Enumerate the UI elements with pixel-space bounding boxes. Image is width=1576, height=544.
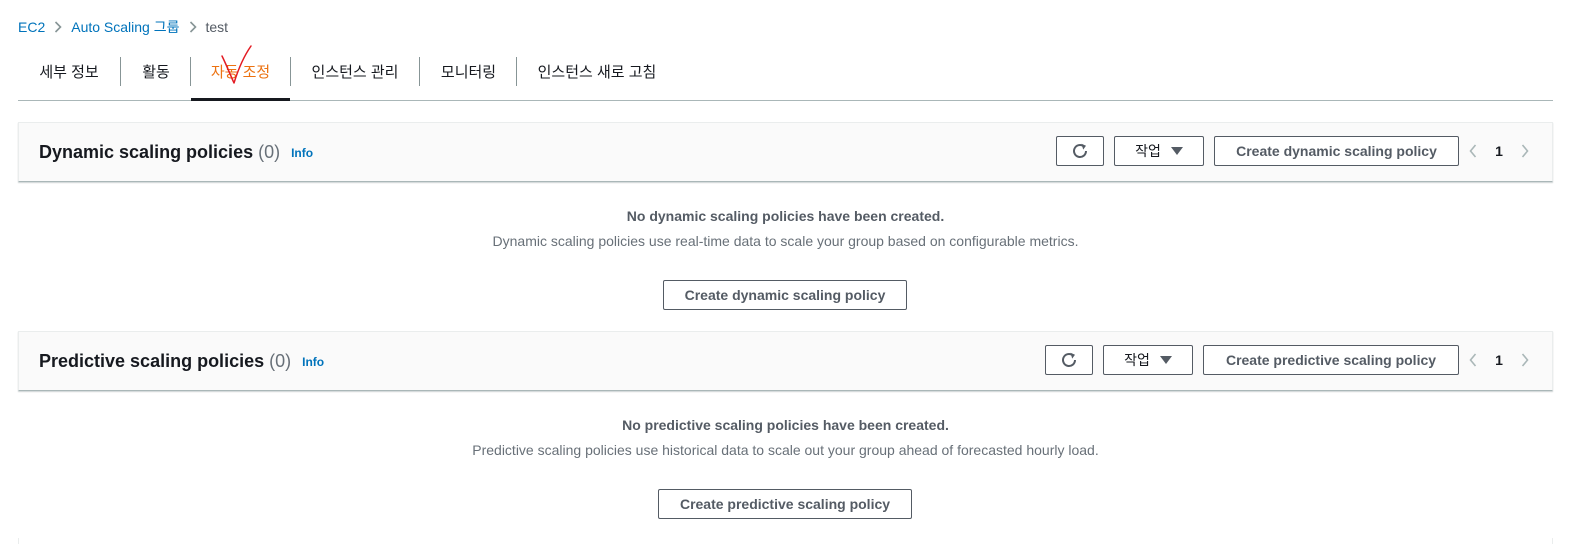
predictive-actions-dropdown[interactable]: 작업 [1103,345,1193,375]
chevron-left-icon[interactable] [1460,353,1486,367]
tab-details[interactable]: 세부 정보 [18,42,120,100]
predictive-create-policy-button[interactable]: Create predictive scaling policy [1203,345,1459,375]
predictive-empty-create-button[interactable]: Create predictive scaling policy [658,489,912,519]
predictive-empty-state: No predictive scaling policies have been… [18,416,1553,459]
chevron-left-icon[interactable] [1460,144,1486,158]
predictive-title-text: Predictive scaling policies [39,350,265,371]
dynamic-empty-create-button[interactable]: Create dynamic scaling policy [663,280,907,310]
chevron-right-icon [180,21,206,33]
predictive-empty-description: Predictive scaling policies use historic… [472,442,1099,458]
predictive-scaling-header: Predictive scaling policies (0) Info 작업 … [18,331,1553,391]
dynamic-refresh-button[interactable] [1056,136,1104,166]
predictive-info-link[interactable]: Info [302,355,324,369]
predictive-page-number[interactable]: 1 [1486,352,1512,368]
dynamic-actions-label: 작업 [1135,143,1161,159]
dynamic-empty-state: No dynamic scaling policies have been cr… [18,207,1553,250]
refresh-icon [1062,352,1076,367]
tab-automatic-scaling[interactable]: 자동 조정 [191,42,290,101]
predictive-scaling-title: Predictive scaling policies (0) Info [39,332,324,390]
tab-monitoring[interactable]: 모니터링 [420,42,517,100]
dynamic-create-policy-button[interactable]: Create dynamic scaling policy [1214,136,1459,166]
predictive-policy-count: (0) [269,350,292,371]
dynamic-empty-description: Dynamic scaling policies use real-time d… [492,233,1079,249]
panel-bottom-edge [18,538,1553,544]
dynamic-scaling-header: Dynamic scaling policies (0) Info 작업 Cre… [18,122,1553,182]
predictive-pagination: 1 [1460,345,1538,375]
predictive-refresh-button[interactable] [1045,345,1093,375]
tab-instance-management[interactable]: 인스턴스 관리 [291,42,419,100]
predictive-actions-label: 작업 [1124,352,1150,368]
dynamic-actions-dropdown[interactable]: 작업 [1114,136,1204,166]
dynamic-policy-count: (0) [258,141,281,162]
chevron-right-icon[interactable] [1512,353,1538,367]
tab-instance-refresh[interactable]: 인스턴스 새로 고침 [517,42,677,100]
dynamic-info-link[interactable]: Info [291,146,313,160]
chevron-right-icon[interactable] [1512,144,1538,158]
dynamic-page-number[interactable]: 1 [1486,143,1512,159]
breadcrumb: EC2 Auto Scaling 그룹 test [18,17,228,37]
predictive-empty-title: No predictive scaling policies have been… [622,417,949,433]
dynamic-scaling-title: Dynamic scaling policies (0) Info [39,123,313,181]
caret-down-icon [1159,356,1172,364]
breadcrumb-auto-scaling-groups-link[interactable]: Auto Scaling 그룹 [71,17,179,37]
tab-activity[interactable]: 활동 [121,42,191,100]
chevron-right-icon [45,21,71,33]
caret-down-icon [1170,147,1183,155]
breadcrumb-current: test [205,19,229,35]
dynamic-pagination: 1 [1460,136,1538,166]
tab-bar: 세부 정보 활동 자동 조정 인스턴스 관리 모니터링 인스턴스 새로 고침 [18,42,1553,101]
dynamic-title-text: Dynamic scaling policies [39,141,254,162]
refresh-icon [1073,143,1087,158]
breadcrumb-ec2-link[interactable]: EC2 [18,19,45,35]
dynamic-empty-title: No dynamic scaling policies have been cr… [626,208,945,224]
